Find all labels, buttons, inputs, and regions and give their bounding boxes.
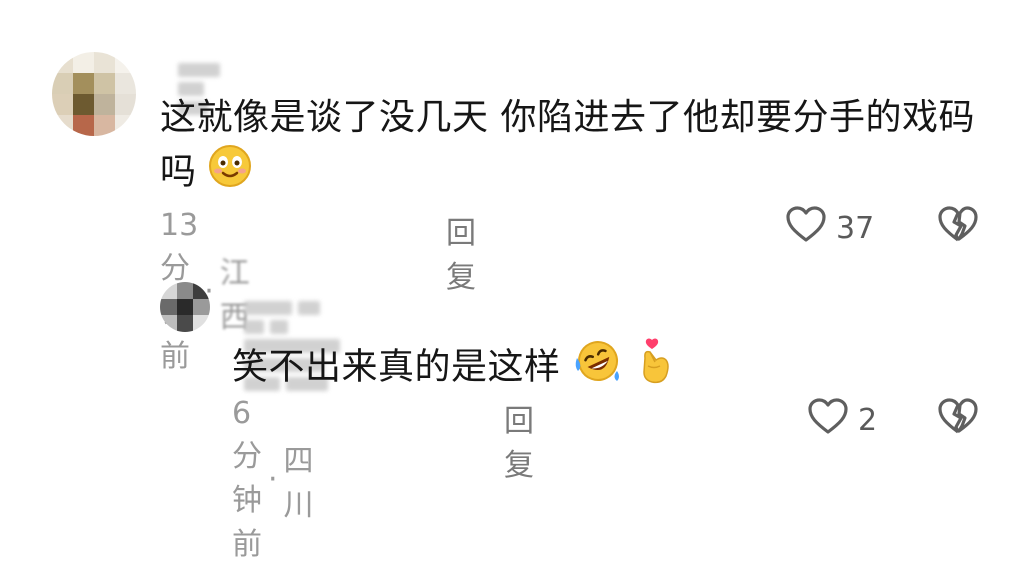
rolling-on-floor-laughing-emoji xyxy=(572,338,624,399)
reply-button[interactable]: 回复 xyxy=(504,396,534,484)
avatar[interactable] xyxy=(160,282,210,332)
broken-heart-icon[interactable] xyxy=(936,396,980,440)
heart-icon xyxy=(806,396,850,444)
broken-heart-icon[interactable] xyxy=(936,204,980,248)
avatar[interactable] xyxy=(52,52,136,136)
comment-text: 这就像是谈了没几天 你陷进去了他却要分手的戏码吗 xyxy=(160,92,980,203)
reply-text: 笑不出来真的是这样 xyxy=(232,336,872,401)
like-count: 2 xyxy=(858,402,878,438)
location: 四川 xyxy=(283,443,314,523)
comment-text-content: 这就像是谈了没几天 你陷进去了他却要分手的戏码吗 xyxy=(160,97,975,193)
smiling-face-emoji xyxy=(208,144,252,203)
heart-icon xyxy=(784,204,828,252)
timestamp: 6分钟前 xyxy=(232,396,262,562)
like-count: 37 xyxy=(836,210,875,246)
meta-separator: · xyxy=(268,462,278,497)
like-button[interactable]: 37 xyxy=(784,204,874,252)
reply-text-content: 笑不出来真的是这样 xyxy=(232,346,561,388)
finger-heart-emoji xyxy=(636,336,676,401)
reply-meta: 6分钟前 · 四川 xyxy=(232,396,314,563)
reply-button[interactable]: 回复 xyxy=(446,208,476,296)
like-button[interactable]: 2 xyxy=(806,396,877,444)
